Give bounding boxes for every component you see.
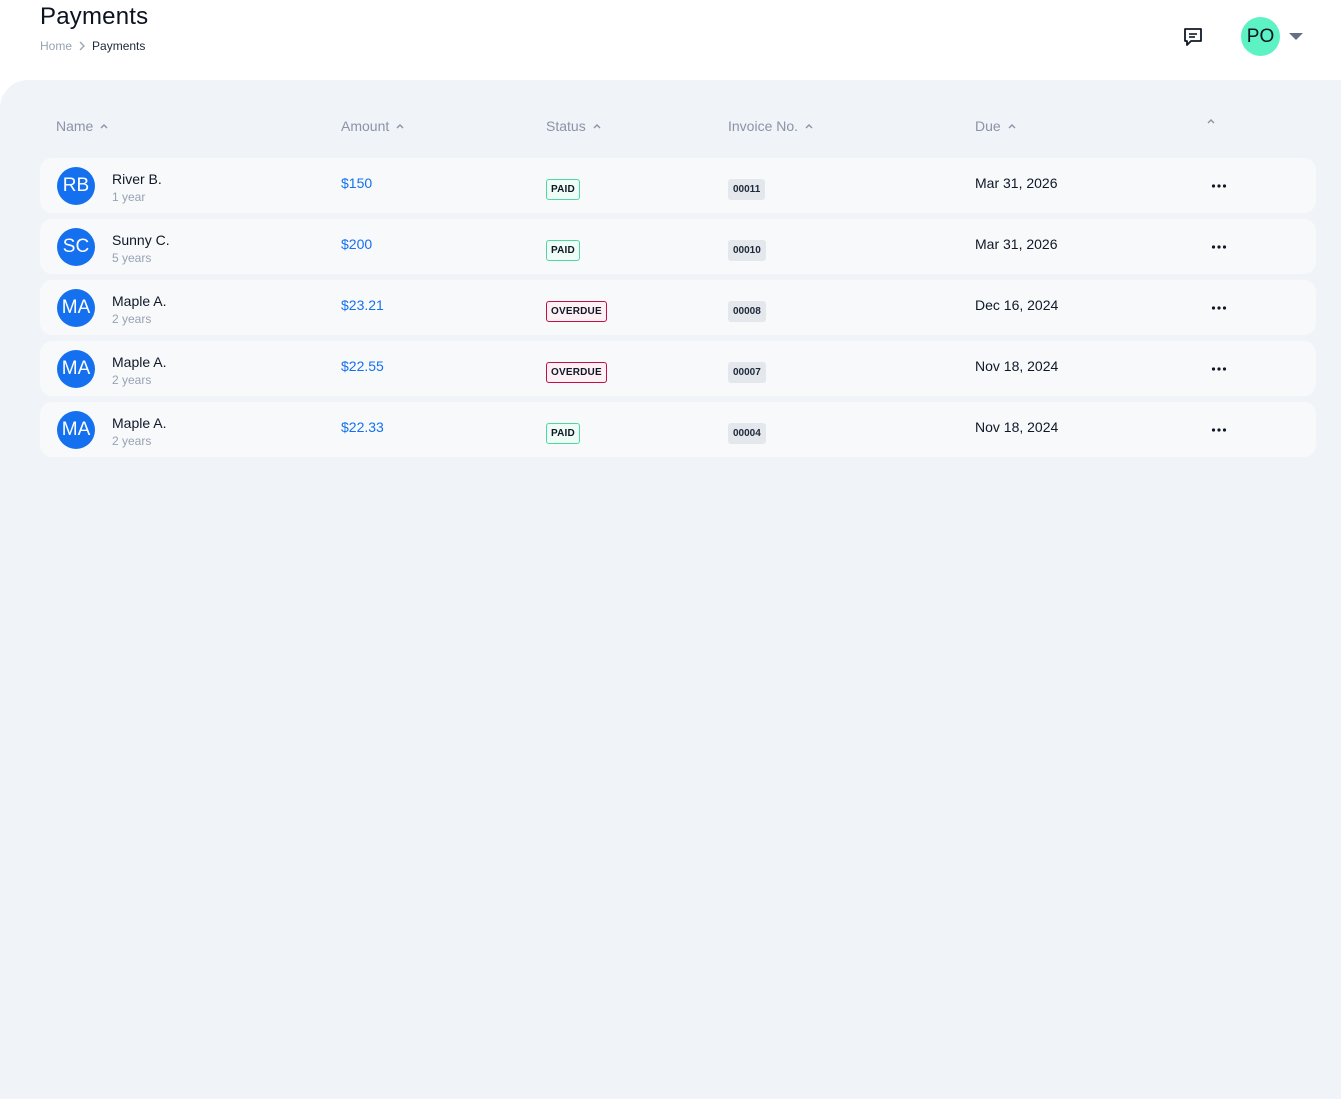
table-row[interactable]: RB River B. 1 year $150 PAID 00011 Mar 3… (40, 158, 1316, 213)
caret-down-icon[interactable] (1288, 30, 1304, 42)
column-header-due[interactable]: Due (975, 118, 1018, 134)
payer-name: River B. (112, 171, 162, 187)
due-date: Nov 18, 2024 (975, 419, 1059, 435)
user-avatar[interactable]: PO (1241, 17, 1280, 56)
status-badge: PAID (546, 240, 580, 261)
column-header-status[interactable]: Status (546, 118, 603, 134)
amount-link[interactable]: $23.21 (341, 297, 384, 313)
more-horizontal-icon (1211, 367, 1227, 371)
amount-link[interactable]: $150 (341, 175, 372, 191)
more-horizontal-icon (1211, 184, 1227, 188)
chevron-right-icon (79, 41, 85, 51)
breadcrumb-home-link[interactable]: Home (40, 39, 72, 53)
table-header: Name Amount Status Invoice No. Due (40, 118, 1316, 140)
payer-name: Maple A. (112, 415, 167, 431)
sort-ascending-icon (100, 124, 108, 129)
more-horizontal-icon (1211, 428, 1227, 432)
payer-name: Maple A. (112, 354, 167, 370)
column-header-name[interactable]: Name (56, 118, 110, 134)
invoice-badge: 00008 (728, 301, 766, 322)
sort-ascending-icon (805, 124, 813, 129)
breadcrumb: Home Payments (40, 39, 145, 53)
more-actions-button[interactable] (1206, 298, 1232, 318)
due-date: Dec 16, 2024 (975, 297, 1059, 313)
sort-ascending-icon (1207, 119, 1215, 124)
due-date: Mar 31, 2026 (975, 236, 1058, 252)
avatar: RB (57, 167, 95, 205)
due-date: Nov 18, 2024 (975, 358, 1059, 374)
amount-link[interactable]: $200 (341, 236, 372, 252)
payer-tenure: 2 years (112, 312, 152, 326)
table-row[interactable]: MA Maple A. 2 years $23.21 OVERDUE 00008… (40, 280, 1316, 335)
status-badge: PAID (546, 423, 580, 444)
page-title: Payments (40, 3, 149, 30)
more-horizontal-icon (1211, 245, 1227, 249)
invoice-badge: 00011 (728, 179, 766, 200)
payer-tenure: 5 years (112, 251, 152, 265)
avatar: MA (57, 411, 95, 449)
breadcrumb-current: Payments (92, 39, 146, 53)
column-header-amount[interactable]: Amount (341, 118, 406, 134)
more-actions-button[interactable] (1206, 420, 1232, 440)
payer-name: Maple A. (112, 293, 167, 309)
amount-link[interactable]: $22.33 (341, 419, 384, 435)
table-row[interactable]: MA Maple A. 2 years $22.33 PAID 00004 No… (40, 402, 1316, 457)
chat-icon (1184, 28, 1202, 46)
sort-ascending-icon (593, 124, 601, 129)
status-badge: PAID (546, 179, 580, 200)
messages-button[interactable] (1180, 24, 1206, 50)
invoice-badge: 00007 (728, 362, 766, 383)
sort-ascending-icon (1008, 124, 1016, 129)
status-badge: OVERDUE (546, 362, 607, 383)
invoice-badge: 00004 (728, 423, 766, 444)
more-actions-button[interactable] (1206, 237, 1232, 257)
payer-tenure: 2 years (112, 434, 152, 448)
payer-tenure: 1 year (112, 190, 146, 204)
more-actions-button[interactable] (1206, 359, 1232, 379)
avatar: SC (57, 228, 95, 266)
avatar: MA (57, 289, 95, 327)
column-header-actions[interactable] (1200, 115, 1217, 127)
payer-tenure: 2 years (112, 373, 152, 387)
more-actions-button[interactable] (1206, 176, 1232, 196)
more-horizontal-icon (1211, 306, 1227, 310)
sort-ascending-icon (396, 124, 404, 129)
invoice-badge: 00010 (728, 240, 766, 261)
table-row[interactable]: MA Maple A. 2 years $22.55 OVERDUE 00007… (40, 341, 1316, 396)
payer-name: Sunny C. (112, 232, 170, 248)
due-date: Mar 31, 2026 (975, 175, 1058, 191)
amount-link[interactable]: $22.55 (341, 358, 384, 374)
top-bar: Payments Home Payments PO (0, 0, 1341, 80)
column-header-invoice[interactable]: Invoice No. (728, 118, 815, 134)
status-badge: OVERDUE (546, 301, 607, 322)
table-row[interactable]: SC Sunny C. 5 years $200 PAID 00010 Mar … (40, 219, 1316, 274)
avatar: MA (57, 350, 95, 388)
